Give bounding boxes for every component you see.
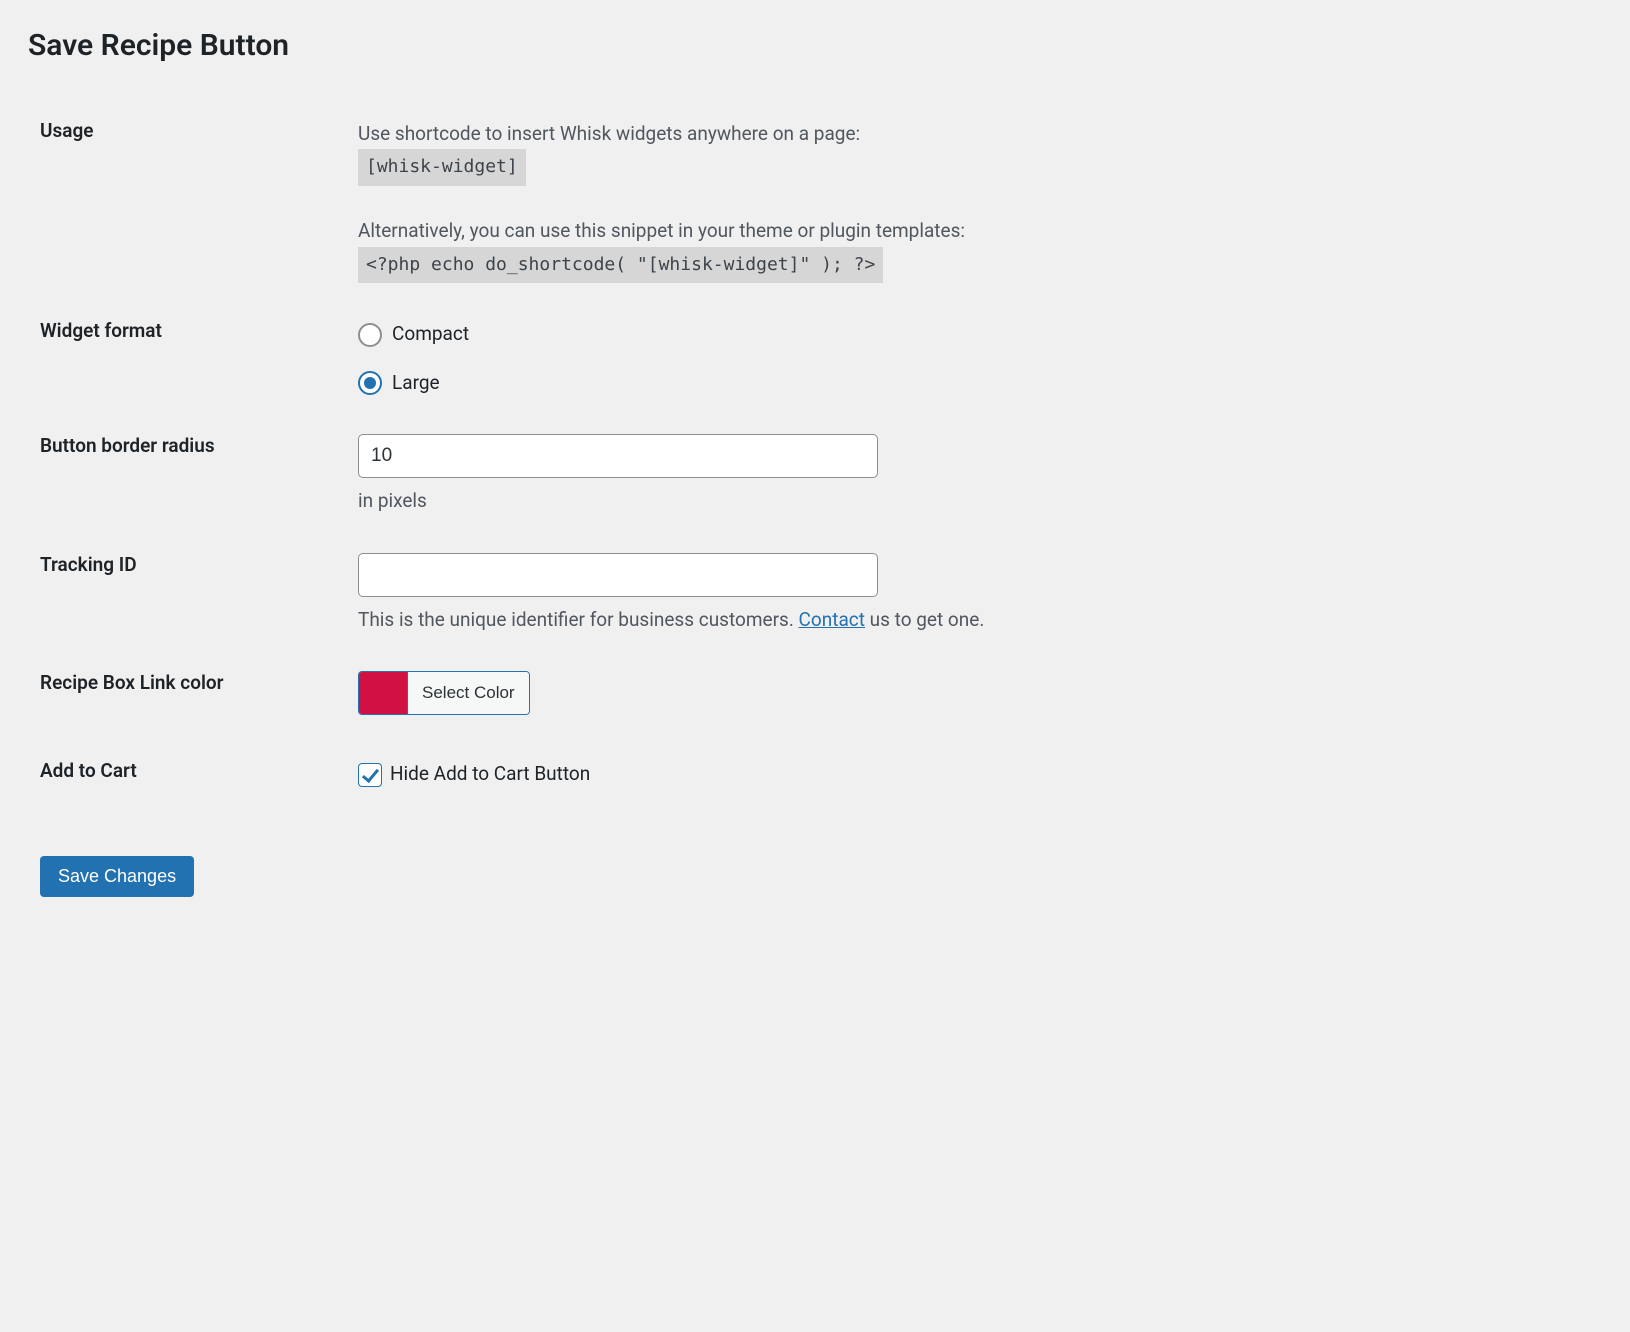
border-radius-input[interactable] (358, 434, 878, 478)
tracking-id-label: Tracking ID (28, 535, 358, 653)
usage-label: Usage (28, 101, 358, 301)
contact-link[interactable]: Contact (799, 608, 865, 631)
radio-compact[interactable] (358, 323, 382, 347)
tracking-id-help-pre: This is the unique identifier for busine… (358, 608, 799, 631)
usage-shortcode: [whisk-widget] (358, 149, 526, 186)
save-changes-button[interactable]: Save Changes (40, 856, 194, 897)
color-picker[interactable]: Select Color (358, 671, 530, 715)
border-radius-help: in pixels (358, 486, 1592, 516)
hide-add-to-cart-row[interactable]: Hide Add to Cart Button (358, 759, 1592, 789)
radio-large-label[interactable]: Large (392, 368, 440, 398)
hide-add-to-cart-checkbox[interactable] (358, 763, 382, 787)
widget-format-label: Widget format (28, 301, 358, 416)
usage-alt-intro: Alternatively, you can use this snippet … (358, 216, 1592, 246)
link-color-label: Recipe Box Link color (28, 653, 358, 741)
usage-php-snippet: <?php echo do_shortcode( "[whisk-widget]… (358, 247, 883, 284)
border-radius-label: Button border radius (28, 416, 358, 534)
hide-add-to-cart-checkbox-label[interactable]: Hide Add to Cart Button (390, 759, 590, 789)
widget-format-option-compact[interactable]: Compact (358, 319, 1592, 349)
select-color-button[interactable]: Select Color (407, 672, 529, 714)
tracking-id-help-post: us to get one. (865, 608, 984, 631)
color-swatch[interactable] (359, 672, 407, 714)
widget-format-option-large[interactable]: Large (358, 368, 1592, 398)
radio-large[interactable] (358, 371, 382, 395)
radio-compact-label[interactable]: Compact (392, 319, 469, 349)
section-title: Save Recipe Button (28, 28, 1602, 63)
tracking-id-help: This is the unique identifier for busine… (358, 605, 1592, 635)
usage-intro: Use shortcode to insert Whisk widgets an… (358, 119, 1592, 149)
tracking-id-input[interactable] (358, 553, 878, 597)
add-to-cart-label: Add to Cart (28, 741, 358, 807)
